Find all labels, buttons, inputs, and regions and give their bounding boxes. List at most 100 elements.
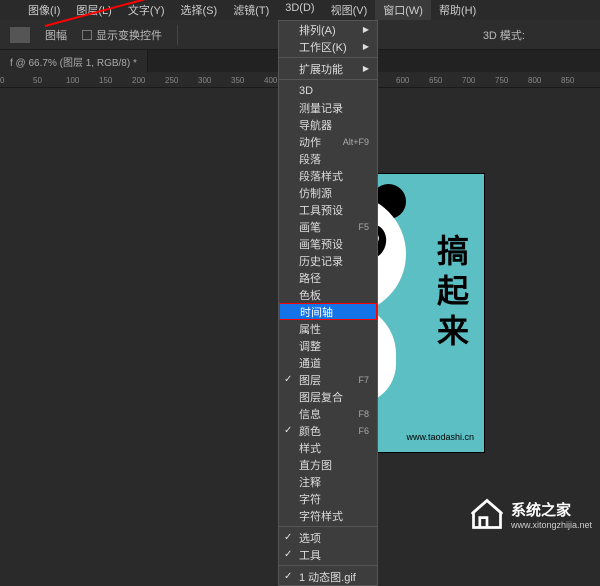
check-icon: ✓ bbox=[284, 425, 292, 436]
menu-item[interactable]: 导航器 bbox=[279, 116, 377, 133]
shortcut-label: F8 bbox=[358, 409, 369, 419]
menu-item[interactable]: 扩展功能 ▶ bbox=[279, 60, 377, 77]
menu-item[interactable]: 样式 bbox=[279, 439, 377, 456]
ruler-tick: 400 bbox=[264, 76, 277, 85]
menu-item[interactable]: 段落 bbox=[279, 150, 377, 167]
menu-item-label: 动作 bbox=[299, 134, 321, 150]
menu-separator bbox=[279, 565, 377, 566]
menu-item[interactable]: 字符样式 bbox=[279, 507, 377, 524]
submenu-arrow-icon: ▶ bbox=[363, 42, 369, 51]
menu-item-label: 信息 bbox=[299, 406, 321, 422]
menu-item[interactable]: 动作 Alt+F9 bbox=[279, 133, 377, 150]
menu-item[interactable]: 直方图 bbox=[279, 456, 377, 473]
menu-separator bbox=[279, 57, 377, 58]
menu-item[interactable]: 工作区(K)▶ bbox=[279, 38, 377, 55]
menu-item-label: 3D bbox=[299, 85, 313, 97]
menu-item[interactable]: 画笔预设 bbox=[279, 235, 377, 252]
menu-3d[interactable]: 3D(D) bbox=[277, 0, 322, 20]
menu-item[interactable]: 注释 bbox=[279, 473, 377, 490]
transform-controls-toggle[interactable]: 显示变换控件 bbox=[82, 27, 162, 43]
menu-item[interactable]: 画笔F5 bbox=[279, 218, 377, 235]
window-menu-dropdown: 排列(A)▶工作区(K)▶扩展功能▶3D测量记录导航器动作Alt+F9段落段落样… bbox=[278, 20, 378, 586]
ruler-tick: 800 bbox=[528, 76, 541, 85]
ruler-tick: 750 bbox=[495, 76, 508, 85]
ruler-tick: 0 bbox=[0, 76, 4, 85]
menu-item[interactable]: 历史记录 bbox=[279, 252, 377, 269]
menu-item[interactable]: 3D bbox=[279, 82, 377, 99]
canvas-url: www.taodashi.cn bbox=[406, 432, 474, 442]
menu-item[interactable]: ✓ 工具 bbox=[279, 546, 377, 563]
menu-item-label: 属性 bbox=[299, 321, 321, 337]
menu-item[interactable]: 仿制源 bbox=[279, 184, 377, 201]
menu-item[interactable]: ✓颜色F6 bbox=[279, 422, 377, 439]
menu-item[interactable]: 字符 bbox=[279, 490, 377, 507]
menu-item[interactable]: 测量记录 bbox=[279, 99, 377, 116]
menu-item[interactable]: 排列(A)▶ bbox=[279, 21, 377, 38]
check-icon: ✓ bbox=[284, 549, 292, 560]
menu-item-label: 工具 bbox=[299, 547, 321, 563]
watermark-url: www.xitongzhijia.net bbox=[511, 520, 592, 530]
menu-item-label: 字符样式 bbox=[299, 508, 343, 524]
menu-view[interactable]: 视图(V) bbox=[323, 0, 376, 20]
document-tab[interactable]: f @ 66.7% (图层 1, RGB/8) * bbox=[0, 50, 148, 72]
check-icon: ✓ bbox=[284, 532, 292, 543]
submenu-arrow-icon: ▶ bbox=[363, 64, 369, 73]
ruler-tick: 50 bbox=[33, 76, 42, 85]
menu-item[interactable]: 时间轴 bbox=[279, 303, 377, 320]
watermark-title: 系统之家 bbox=[511, 499, 592, 520]
menu-help[interactable]: 帮助(H) bbox=[431, 0, 484, 20]
menu-item[interactable]: 通道 bbox=[279, 354, 377, 371]
ruler-tick: 600 bbox=[396, 76, 409, 85]
ruler-tick: 650 bbox=[429, 76, 442, 85]
check-icon: ✓ bbox=[284, 571, 292, 582]
menu-item-label: 1 动态图.gif bbox=[299, 569, 356, 585]
menu-window[interactable]: 窗口(W) bbox=[375, 0, 431, 20]
menu-item-label: 直方图 bbox=[299, 457, 332, 473]
menu-item-label: 通道 bbox=[299, 355, 321, 371]
menu-item[interactable]: 路径 bbox=[279, 269, 377, 286]
menu-item[interactable]: 信息 F8 bbox=[279, 405, 377, 422]
menu-item[interactable]: ✓图层F7 bbox=[279, 371, 377, 388]
toolbar-label: 图幅 bbox=[45, 27, 67, 43]
menu-image[interactable]: 图像(I) bbox=[20, 0, 68, 20]
menu-item-label: 画笔 bbox=[299, 219, 321, 235]
menu-item-label: 色板 bbox=[299, 287, 321, 303]
ruler-tick: 300 bbox=[198, 76, 211, 85]
menu-item-label: 图层复合 bbox=[299, 389, 343, 405]
menubar: 图像(I) 图层(L) 文字(Y) 选择(S) 滤镜(T) 3D(D) 视图(V… bbox=[0, 0, 600, 20]
menu-item[interactable]: 属性 bbox=[279, 320, 377, 337]
menu-item-label: 排列(A) bbox=[299, 22, 336, 38]
shortcut-label: F6 bbox=[358, 426, 369, 436]
menu-filter[interactable]: 滤镜(T) bbox=[225, 0, 277, 20]
menu-item-label: 注释 bbox=[299, 474, 321, 490]
menu-select[interactable]: 选择(S) bbox=[173, 0, 226, 20]
menu-item-label: 选项 bbox=[299, 530, 321, 546]
menu-item-label: 扩展功能 bbox=[299, 61, 343, 77]
menu-item[interactable]: 工具预设 bbox=[279, 201, 377, 218]
menu-item-label: 段落 bbox=[299, 151, 321, 167]
ruler-tick: 100 bbox=[66, 76, 79, 85]
checkbox-label: 显示变换控件 bbox=[96, 27, 162, 43]
menu-item[interactable]: ✓ 选项 bbox=[279, 529, 377, 546]
menu-item-label: 调整 bbox=[299, 338, 321, 354]
ruler-tick: 700 bbox=[462, 76, 475, 85]
menu-item-label: 样式 bbox=[299, 440, 321, 456]
menu-item-label: 工具预设 bbox=[299, 202, 343, 218]
menu-item[interactable]: 色板 bbox=[279, 286, 377, 303]
mode-3d-label: 3D 模式: bbox=[483, 27, 525, 43]
menu-item[interactable]: 调整 bbox=[279, 337, 377, 354]
tool-icon[interactable] bbox=[10, 27, 30, 43]
menu-item-label: 测量记录 bbox=[299, 100, 343, 116]
menu-item[interactable]: 段落样式 bbox=[279, 167, 377, 184]
shortcut-label: Alt+F9 bbox=[343, 137, 369, 147]
menu-item-label: 导航器 bbox=[299, 117, 332, 133]
separator bbox=[177, 25, 178, 45]
menu-item[interactable]: 图层复合 bbox=[279, 388, 377, 405]
menu-item[interactable]: ✓ 1 动态图.gif bbox=[279, 568, 377, 585]
canvas-text: 搞起来 bbox=[428, 234, 474, 354]
house-icon bbox=[469, 496, 505, 532]
menu-item-label: 字符 bbox=[299, 491, 321, 507]
menu-separator bbox=[279, 526, 377, 527]
menu-item-label: 仿制源 bbox=[299, 185, 332, 201]
ruler-tick: 350 bbox=[231, 76, 244, 85]
